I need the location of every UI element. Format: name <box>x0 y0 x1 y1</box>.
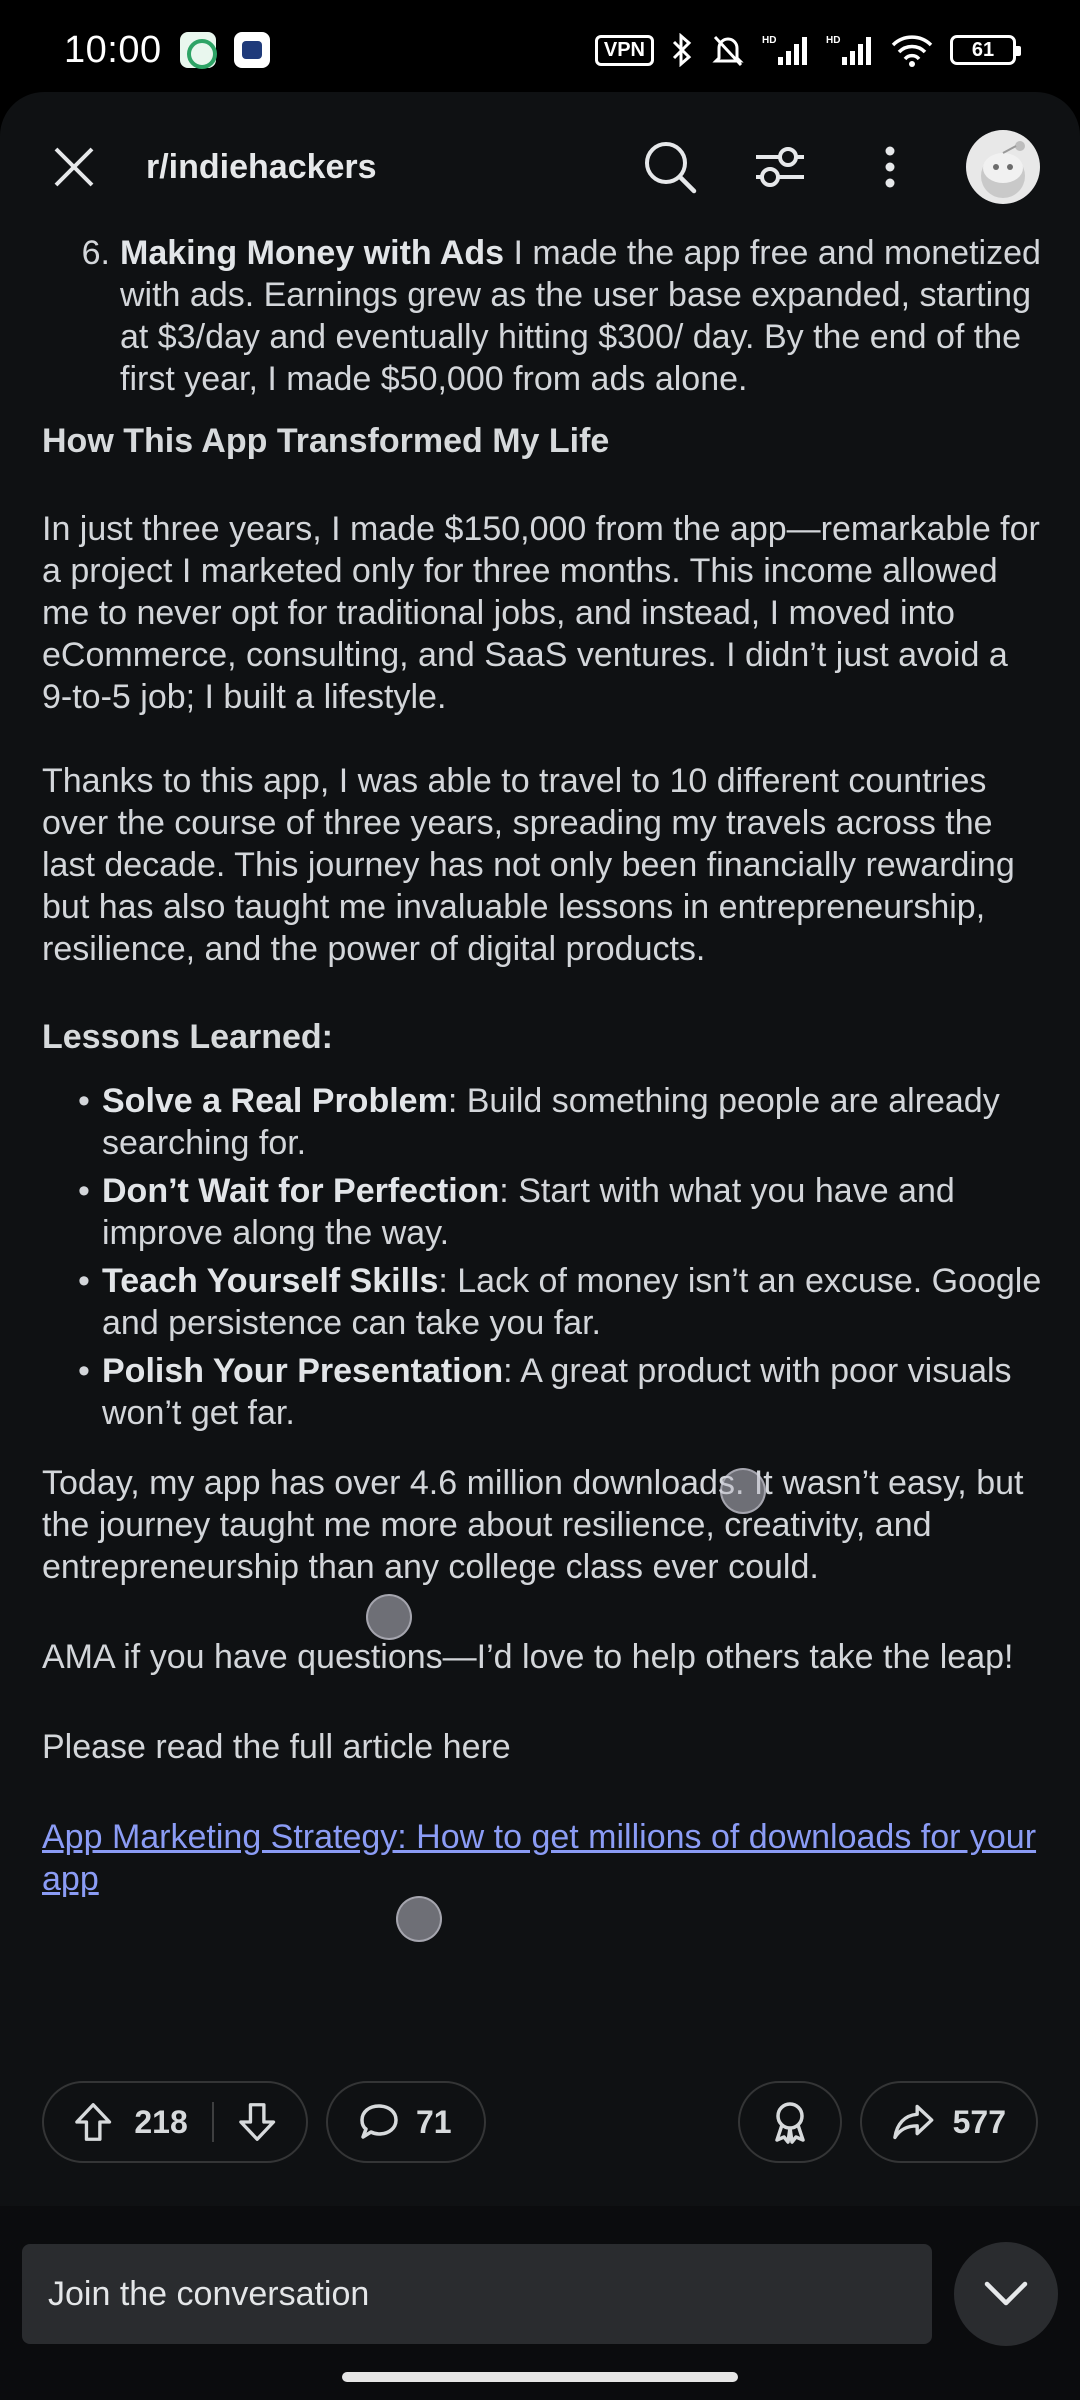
section-heading: How This App Transformed My Life <box>42 422 610 460</box>
reply-bar: Join the conversation <box>0 2206 1080 2400</box>
share-icon <box>893 2104 934 2140</box>
touch-indicator <box>396 1896 442 1942</box>
vote-control: 218 <box>42 2081 308 2163</box>
downvote-icon[interactable] <box>238 2101 276 2143</box>
paragraph: Thanks to this app, I was able to travel… <box>42 762 1015 968</box>
notification-app-icon <box>233 32 270 68</box>
comment-icon <box>360 2104 398 2139</box>
battery-indicator: 61 <box>950 35 1021 65</box>
lessons-list: • Solve a Real Problem: Build something … <box>78 1080 1042 1434</box>
collapse-button[interactable] <box>954 2242 1058 2346</box>
comments-button[interactable]: 71 <box>326 2081 486 2163</box>
article-link[interactable]: App Marketing Strategy: How to get milli… <box>42 1818 1036 1898</box>
list-item: • Solve a Real Problem: Build something … <box>78 1082 1000 1162</box>
chevron-down-icon <box>984 2281 1028 2306</box>
header: r/indiehackers <box>0 92 1080 242</box>
share-count: 577 <box>952 2103 1006 2140</box>
reddit-avatar-icon <box>981 141 1025 198</box>
close-icon <box>54 147 94 187</box>
avatar[interactable] <box>966 130 1040 204</box>
list-item-title: Polish Your Presentation <box>102 1352 504 1390</box>
filter-button[interactable] <box>746 133 814 201</box>
award-icon <box>775 2102 805 2144</box>
signal-icon: HD <box>826 35 871 65</box>
status-time: 10:00 <box>64 28 162 71</box>
subreddit-name[interactable]: r/indiehackers <box>146 148 377 187</box>
notification-app-icon <box>179 32 217 69</box>
reply-placeholder: Join the conversation <box>48 2274 370 2313</box>
list-item-body: Making Money with Ads I made the app fre… <box>120 232 1042 400</box>
list-item: • Don’t Wait for Perfection: Start with … <box>78 1172 955 1252</box>
paragraph: Today, my app has over 4.6 million downl… <box>42 1464 1024 1586</box>
more-vertical-icon <box>885 146 895 188</box>
header-actions <box>636 130 1040 204</box>
list-item: • Teach Yourself Skills: Lack of money i… <box>78 1262 1042 1342</box>
paragraph: Please read the full article here <box>42 1728 511 1766</box>
paragraph: In just three years, I made $150,000 fro… <box>42 510 1040 716</box>
touch-indicator <box>720 1468 766 1514</box>
bluetooth-icon <box>672 33 692 67</box>
search-button[interactable] <box>636 133 704 201</box>
post-sheet: r/indiehackers 6. Making Money with Ads … <box>0 92 1080 2212</box>
share-button[interactable]: 577 <box>860 2081 1038 2163</box>
sliders-icon <box>756 147 804 187</box>
list-number: 6. <box>81 234 110 272</box>
award-button[interactable] <box>738 2081 842 2163</box>
list-item: • Polish Your Presentation: A great prod… <box>78 1352 1012 1432</box>
upvote-count: 218 <box>134 2103 188 2140</box>
status-icons: VPN HD HD 61 <box>594 32 1021 68</box>
search-icon <box>645 142 697 194</box>
close-button[interactable] <box>40 133 108 201</box>
vpn-badge: VPN <box>594 34 654 66</box>
wifi-icon <box>891 35 933 67</box>
reply-input[interactable]: Join the conversation <box>22 2244 932 2344</box>
svg-text:HD: HD <box>826 35 840 46</box>
upvote-icon[interactable] <box>74 2101 112 2143</box>
touch-indicator <box>366 1594 412 1640</box>
list-item-title: Teach Yourself Skills <box>102 1262 439 1300</box>
post-body: 6. Making Money with Ads I made the app … <box>42 232 1042 1900</box>
comment-count: 71 <box>416 2103 452 2140</box>
list-item-title: Solve a Real Problem <box>102 1082 448 1120</box>
home-indicator[interactable] <box>342 2372 738 2382</box>
list-item-title: Don’t Wait for Perfection <box>102 1172 500 1210</box>
post-actions: 218 71 577 <box>42 2080 1038 2164</box>
svg-text:HD: HD <box>762 35 776 46</box>
section-heading: Lessons Learned: <box>42 1018 333 1056</box>
more-options-button[interactable] <box>856 133 924 201</box>
status-bar: 10:00 VPN HD HD 61 <box>0 0 1080 100</box>
paragraph: AMA if you have questions—I’d love to he… <box>42 1638 1014 1676</box>
list-item: 6. Making Money with Ads I made the app … <box>42 232 1042 400</box>
list-item-title: Making Money with Ads <box>120 234 505 272</box>
bell-muted-icon <box>712 35 744 67</box>
signal-icon: HD <box>762 35 807 65</box>
